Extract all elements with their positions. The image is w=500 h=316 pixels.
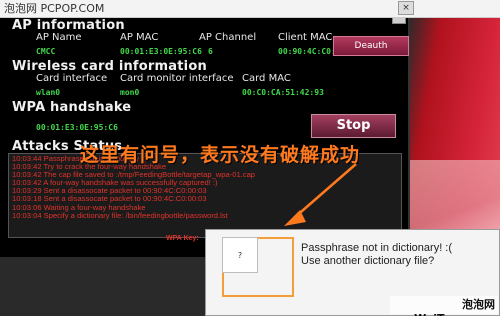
card-mac-label: Card MAC	[242, 73, 291, 84]
close-icon[interactable]: ×	[398, 1, 414, 15]
wireless-card-heading: Wireless card information	[12, 59, 207, 74]
dialog-message-line2: Use another dictionary file?	[301, 255, 435, 267]
watermark-top-text: 泡泡网 PCPOP.COM	[4, 2, 105, 15]
ap-channel-value: 6	[208, 47, 213, 56]
wpa-key-label: WPA Key:	[166, 235, 199, 242]
card-interface-label: Card interface	[36, 73, 108, 84]
wpa-handshake-heading: WPA handshake	[12, 100, 132, 115]
ap-information-heading: AP information	[12, 18, 125, 33]
annotation-arrow-icon	[284, 163, 357, 226]
ap-mac-label: AP MAC	[120, 32, 159, 43]
ap-channel-label: AP Channel	[199, 32, 257, 43]
card-monitor-value: mon0	[120, 88, 140, 97]
question-icon: ?	[222, 237, 258, 273]
dialog-message: Passphrase not in dictionary! :( Use ano…	[301, 242, 452, 268]
dialog-message-line1: Passphrase not in dictionary! :(	[301, 242, 453, 254]
ap-name-label: AP Name	[36, 32, 82, 43]
deauth-button[interactable]: Deauth	[333, 36, 409, 56]
watermark-bottom: 泡泡网 WaiTsun.com	[390, 296, 498, 316]
wpa-handshake-value: 00:01:E3:0E:95:C6	[36, 123, 118, 132]
card-mac-value: 00:C0:CA:51:42:93	[242, 88, 324, 97]
client-mac-label: Client MAC	[278, 32, 333, 43]
watermark-top: 泡泡网 PCPOP.COM	[0, 0, 500, 18]
card-interface-value: wlan0	[36, 88, 61, 97]
stop-button[interactable]: Stop	[311, 114, 396, 138]
ap-name-value: CMCC	[36, 47, 56, 56]
ap-mac-value: 00:01:E3:0E:95:C6	[120, 47, 202, 56]
card-monitor-interface-label: Card monitor interface	[120, 73, 234, 84]
